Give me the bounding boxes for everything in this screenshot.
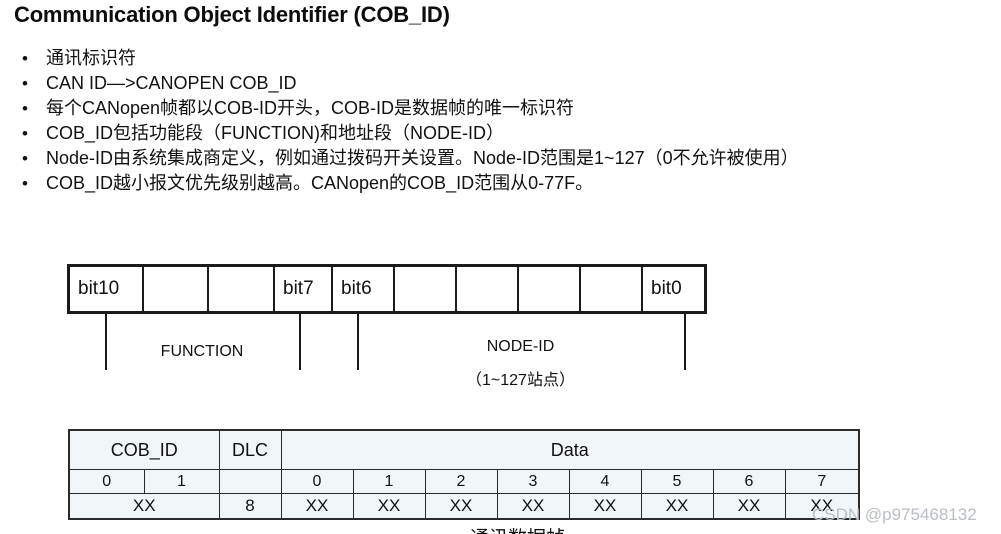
bullet-item-label: COB_ID包括功能段（FUNCTION)和地址段（NODE-ID） [46,123,504,143]
bullet-item-5: • COB_ID越小报文优先级别越高。CANopen的COB_ID范围从0-77F… [18,171,983,196]
bullet-marker-icon: • [22,49,28,68]
index-data-7: 7 [784,469,861,494]
bit-cell-bit6: bit6 [333,267,395,311]
value-data-7: XX [784,493,861,520]
index-cob-id-0: 0 [68,469,145,494]
value-data-5: XX [640,493,714,520]
bullet-item-0: • 通讯标识符 [18,46,983,71]
bit-cell-bit10: bit10 [70,267,144,311]
value-dlc: 8 [218,493,282,520]
bit-cell-empty-7 [519,267,581,311]
index-data-5: 5 [640,469,714,494]
bit-cell-bit0: bit0 [651,278,682,299]
brace-tick-right [684,314,686,370]
bullet-marker-icon: • [22,149,28,168]
bullet-item-3: • COB_ID包括功能段（FUNCTION)和地址段（NODE-ID） [18,121,983,146]
header-cob-id: COB_ID [68,429,220,470]
index-data-6: 6 [712,469,786,494]
function-field-label: FUNCTION [160,343,244,360]
header-data: Data [280,429,861,470]
bullet-item-label: CAN ID—>CANOPEN COB_ID [46,73,297,93]
bullet-item-1: • CAN ID—>CANOPEN COB_ID [18,71,983,96]
node-id-field-label: NODE-ID [486,338,555,355]
bullet-marker-icon: • [22,99,28,118]
value-data-6: XX [712,493,786,520]
value-data-3: XX [496,493,570,520]
bit-cell-empty-8 [581,267,643,311]
frame-value-row: XX 8 XX XX XX XX XX XX XX XX [68,493,861,520]
bit-cell-empty-5 [395,267,457,311]
bit-cell-empty-6 [457,267,519,311]
value-data-4: XX [568,493,642,520]
index-dlc-blank [218,469,282,494]
value-data-0: XX [280,493,354,520]
index-cob-id-1: 1 [143,469,220,494]
bit-cell-empty-2 [209,267,275,311]
bullet-item-label: 每个CANopen帧都以COB-ID开头，COB-ID是数据帧的唯一标识符 [46,98,575,118]
bullet-item-label: 通讯标识符 [46,48,136,68]
bullet-item-2: • 每个CANopen帧都以COB-ID开头，COB-ID是数据帧的唯一标识符 [18,96,983,121]
bullet-marker-icon: • [22,174,28,193]
can-frame-table: COB_ID DLC Data 0 1 0 1 2 3 4 5 6 7 XX 8 XX XX XX XX XX XX XX… [68,429,861,520]
bullet-marker-icon: • [22,74,28,93]
frame-index-row: 0101234567 [68,469,861,494]
node-id-range-label: （1~127站点） [466,372,575,389]
header-dlc: DLC [218,429,282,470]
page-title: Communication Object Identifier (COB_ID) [14,2,450,27]
index-data-4: 4 [568,469,642,494]
bullet-marker-icon: • [22,124,28,143]
value-data-2: XX [424,493,498,520]
bit-cell-bit7: bit7 [275,267,333,311]
brace-tick-left [105,314,107,370]
index-data-2: 2 [424,469,498,494]
index-data-3: 3 [496,469,570,494]
bullet-item-label: Node-ID由系统集成商定义，例如通过拨码开关设置。Node-ID范围是1~1… [46,148,799,168]
value-data-1: XX [352,493,426,520]
frame-caption: 通讯数据帧 [470,523,565,534]
index-data-1: 1 [352,469,426,494]
frame-header-row: COB_ID DLC Data [68,429,861,470]
bullet-item-label: COB_ID越小报文优先级别越高。CANopen的COB_ID范围从0-77F。 [46,173,594,193]
index-data-0: 0 [280,469,354,494]
frame-table-body: COB_ID DLC Data 0 1 0 1 2 3 4 5 6 7 XX 8 XX XX XX XX XX XX XX… [68,429,861,520]
bullet-item-4: • Node-ID由系统集成商定义，例如通过拨码开关设置。Node-ID范围是1~… [18,146,983,171]
value-cob-id: XX [68,493,220,520]
brace-tick-function-end [299,314,301,370]
bullet-list: • 通讯标识符 • CAN ID—>CANOPEN COB_ID • 每个CANopen帧… [18,46,983,196]
bit-cell-empty-1 [144,267,209,311]
bit-field-brace: FUNCTION NODE-ID （1~127站点） [67,314,741,389]
cobid-bit-table: bit10 bit7 bit6 bit0 [67,264,707,314]
